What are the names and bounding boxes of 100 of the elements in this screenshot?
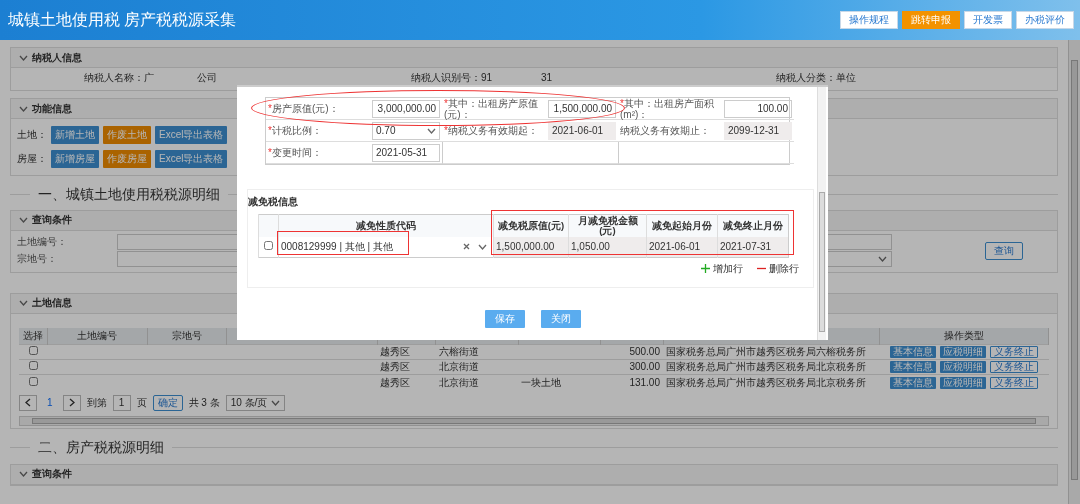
- page-size-select[interactable]: 10 条/页: [225, 394, 286, 411]
- panel-title: 土地信息: [32, 297, 72, 310]
- checkbox[interactable]: [28, 361, 38, 371]
- dialog-scrollbar[interactable]: [817, 87, 826, 340]
- header-button[interactable]: 跳转申报: [902, 11, 960, 29]
- total-count: 共 3 条: [188, 396, 220, 409]
- field-label: *房产原值(元)：: [268, 103, 339, 114]
- column-header: 减免起始月份: [652, 220, 712, 231]
- chevron-down-icon: [271, 399, 281, 406]
- input-field[interactable]: 1,500,000.00: [548, 99, 616, 118]
- header-button[interactable]: 办税评价: [1016, 11, 1074, 29]
- chevron-down-icon: [427, 127, 436, 134]
- chevron-down-icon: [19, 105, 28, 112]
- chevron-down-icon: [19, 471, 28, 478]
- table-cell: 国家税务总局广州市越秀区税务局北京税务所: [666, 361, 866, 373]
- page-title: 城镇土地使用税 房产税税源采集: [8, 10, 237, 30]
- chevron-down-icon: [19, 217, 28, 224]
- column-header: 减免税原值(元): [497, 220, 565, 231]
- section-title: 减免税信息: [248, 196, 299, 208]
- info-text: 纳税人识别号：91: [411, 72, 494, 84]
- table-cell: 六榕街道: [438, 346, 479, 358]
- info-text: 纳税人名称：广: [84, 72, 155, 84]
- chevron-right-icon: [68, 398, 75, 408]
- action-button[interactable]: 基本信息: [889, 346, 936, 359]
- table-cell: 2021-06-01: [649, 240, 701, 252]
- action-button[interactable]: 基本信息: [889, 376, 936, 389]
- field-label: *纳税义务有效期起：: [444, 125, 538, 136]
- header-button[interactable]: 开发票: [964, 11, 1012, 29]
- confirm-button[interactable]: 确定: [152, 394, 183, 411]
- row-label: 房屋：: [17, 153, 47, 165]
- panel-title: 查询条件: [32, 214, 72, 227]
- plus-icon: [701, 264, 710, 273]
- column-header: 减免终止月份: [723, 220, 783, 231]
- chevron-left-icon: [25, 398, 31, 408]
- chevron-down-icon: [878, 256, 887, 263]
- field-label: *其中：出租房产原值(元)：: [444, 97, 539, 120]
- table-cell: 北京街道: [438, 361, 479, 373]
- query-button[interactable]: 查询: [985, 241, 1023, 260]
- field-label: 纳税义务有效期止：: [620, 125, 710, 136]
- table-cell: 2021-07-31: [720, 240, 772, 252]
- column-header: 选择: [22, 330, 43, 342]
- chevron-down-icon: [19, 300, 28, 307]
- panel-title: 功能信息: [32, 102, 72, 115]
- table-cell: 1,050.00: [571, 240, 610, 252]
- action-button[interactable]: 应税明细: [939, 346, 986, 359]
- field-label: *其中：出租房产面积(m²)：: [620, 97, 715, 120]
- clear-icon[interactable]: [463, 243, 470, 251]
- action-button[interactable]: 应税明细: [939, 376, 986, 389]
- horizontal-scrollbar[interactable]: [19, 415, 1049, 426]
- info-text: 公司: [197, 72, 218, 84]
- chevron-down-icon: [478, 243, 487, 250]
- pagination-label: 到第: [86, 396, 107, 409]
- column-header: 月减免税金额(元): [577, 215, 638, 236]
- select-field[interactable]: 0.70: [372, 121, 440, 140]
- table-cell: 国家税务总局广州市越秀区税务局六榕税务所: [666, 346, 866, 358]
- function-button[interactable]: 作废房屋: [103, 150, 151, 168]
- action-button[interactable]: 义务终止: [989, 361, 1038, 374]
- row-label: 土地：: [17, 129, 47, 141]
- table-cell: 一块土地: [521, 376, 562, 388]
- action-button[interactable]: 义务终止: [989, 376, 1038, 389]
- action-button[interactable]: 应税明细: [939, 361, 986, 374]
- column-header: 减免性质代码: [356, 220, 416, 231]
- section-heading: 二、房产税税源明细: [38, 438, 164, 456]
- table-cell: 300.00: [629, 361, 660, 373]
- pagination-label: 页: [136, 396, 147, 409]
- input-field[interactable]: 100.00: [724, 99, 792, 118]
- function-button[interactable]: Excel导出表格: [155, 126, 228, 144]
- page-number[interactable]: 1: [43, 396, 57, 409]
- action-button[interactable]: 基本信息: [889, 361, 936, 374]
- info-text: 31: [541, 72, 554, 84]
- table-cell: 北京街道: [438, 376, 479, 388]
- page-scrollbar[interactable]: [1068, 40, 1080, 504]
- next-page-button[interactable]: [62, 394, 81, 411]
- dialog-button[interactable]: 关闭: [540, 309, 581, 328]
- checkbox[interactable]: [28, 346, 38, 356]
- function-button[interactable]: 新增房屋: [51, 150, 99, 168]
- function-button[interactable]: 新增土地: [51, 126, 99, 144]
- table-cell: 500.00: [629, 346, 660, 358]
- add-row-button[interactable]: 增加行: [701, 262, 743, 275]
- prev-page-button[interactable]: [19, 394, 37, 411]
- header-button[interactable]: 操作规程: [840, 11, 898, 29]
- column-header: 土地编号: [77, 330, 118, 342]
- field-label: *计税比例：: [268, 125, 322, 136]
- page-input[interactable]: 1: [112, 394, 131, 411]
- table-cell: 越秀区: [380, 376, 411, 388]
- input-field[interactable]: 3,000,000.00: [372, 99, 440, 118]
- action-button[interactable]: 义务终止: [989, 346, 1038, 359]
- chevron-down-icon: [19, 54, 28, 61]
- delete-row-button[interactable]: 删除行: [757, 262, 799, 275]
- table-cell: 0008129999 | 其他 | 其他: [281, 240, 393, 253]
- function-button[interactable]: Excel导出表格: [155, 150, 228, 168]
- table-cell: 131.00: [629, 376, 660, 388]
- table-cell: 1,500,000.00: [496, 240, 555, 252]
- function-button[interactable]: 作废土地: [103, 126, 151, 144]
- panel-title: 查询条件: [32, 468, 72, 481]
- checkbox[interactable]: [264, 240, 273, 250]
- input-field[interactable]: 2021-05-31: [372, 143, 440, 162]
- dialog-button[interactable]: 保存: [484, 309, 525, 328]
- checkbox[interactable]: [28, 376, 38, 386]
- field-label: *变更时间：: [268, 147, 322, 158]
